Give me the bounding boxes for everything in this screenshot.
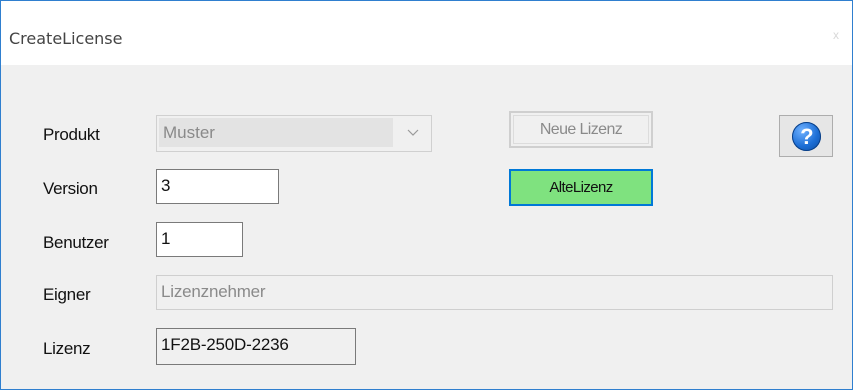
alte-lizenz-button[interactable]: AlteLizenz [509, 169, 653, 206]
lizenz-label: Lizenz [43, 339, 91, 358]
eigner-input[interactable]: Lizenznehmer [156, 275, 833, 310]
produkt-label: Produkt [43, 125, 100, 144]
neue-lizenz-button[interactable]: Neue Lizenz [509, 111, 653, 148]
help-button[interactable]: ? [779, 115, 833, 157]
help-question-icon: ? [792, 122, 821, 151]
title-bar[interactable]: CreateLicense x [1, 1, 852, 65]
chevron-down-icon[interactable] [407, 126, 419, 138]
lizenz-field[interactable]: 1F2B-250D-2236 [156, 328, 356, 365]
version-input[interactable]: 3 [156, 169, 279, 204]
eigner-label: Eigner [43, 285, 91, 304]
window-title: CreateLicense [9, 29, 123, 48]
create-license-window: CreateLicense x Produkt Muster Version 3… [0, 0, 853, 390]
produkt-dropdown[interactable]: Muster [156, 115, 432, 152]
benutzer-label: Benutzer [43, 233, 109, 252]
version-label: Version [43, 179, 98, 198]
produkt-selected-value: Muster [159, 118, 393, 147]
benutzer-input[interactable]: 1 [156, 222, 243, 257]
close-button[interactable]: x [822, 21, 850, 49]
